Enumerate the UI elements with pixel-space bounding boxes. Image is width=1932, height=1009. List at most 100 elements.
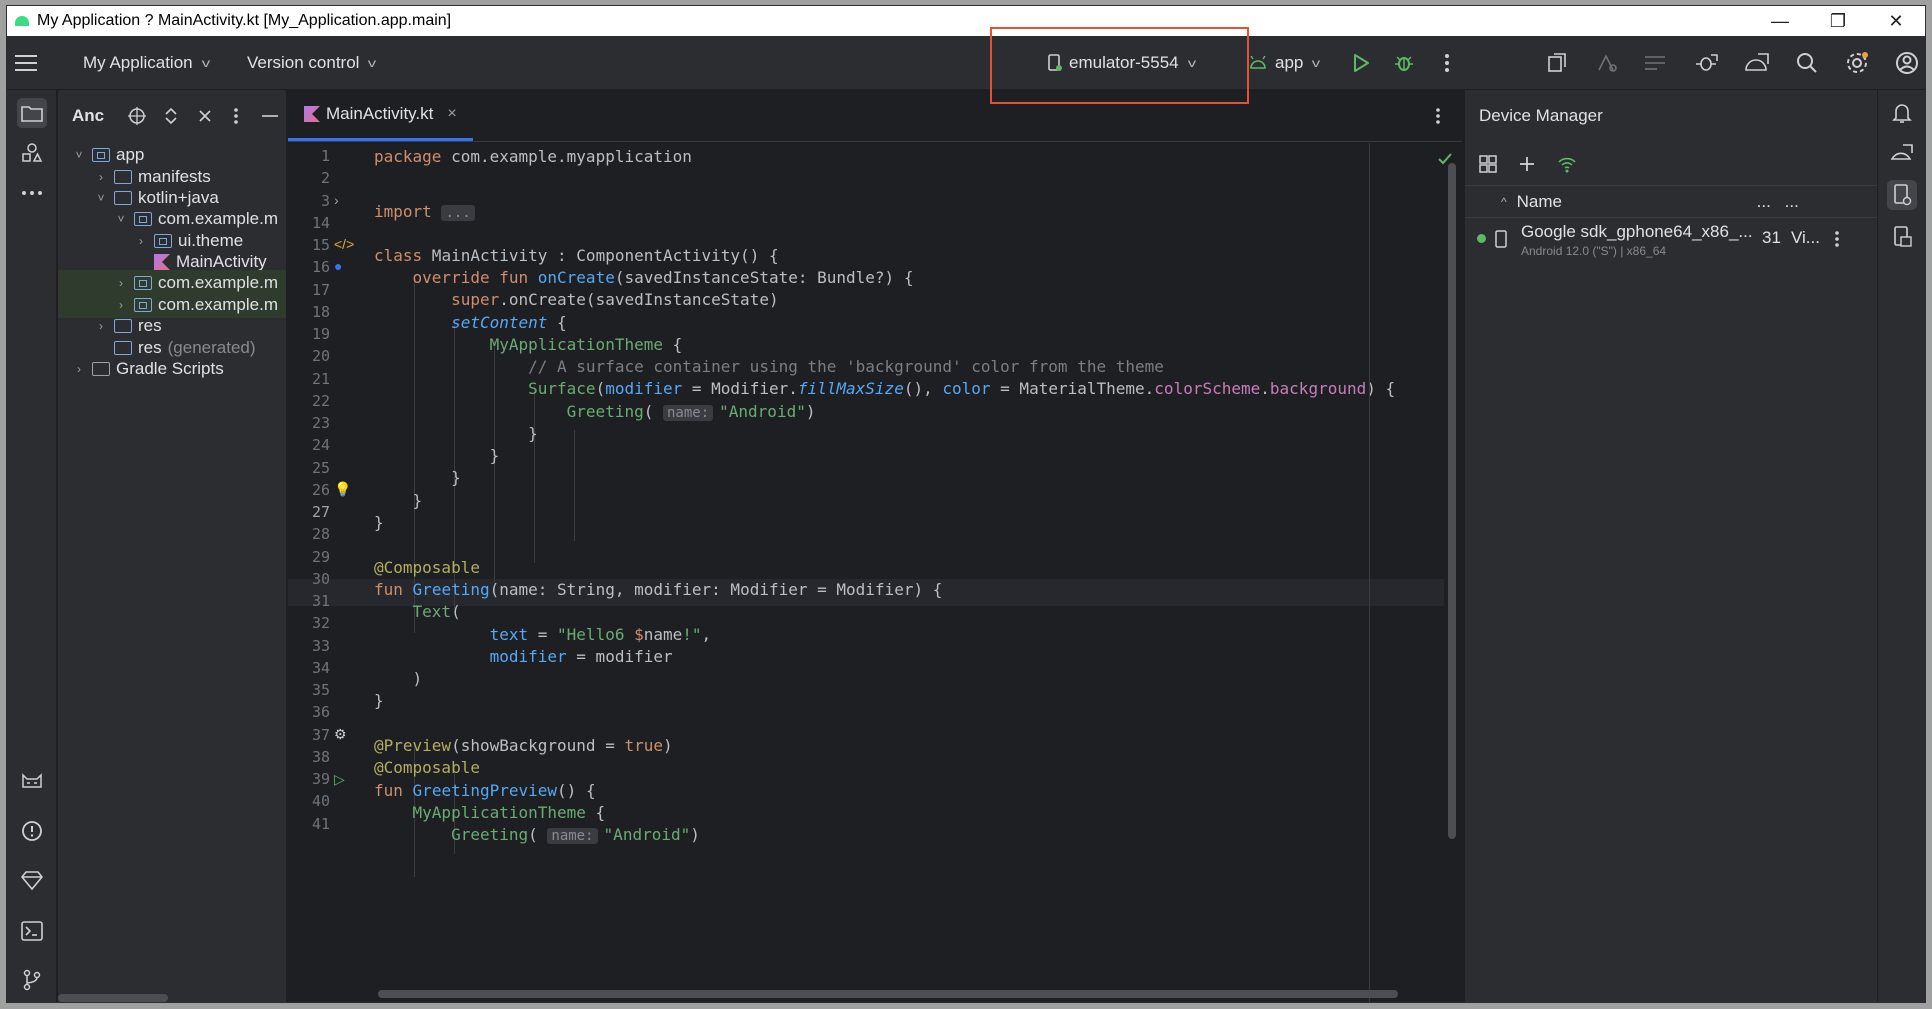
expand-arrow-icon[interactable]: ˅ [94, 191, 108, 205]
line-number[interactable]: 17 [290, 281, 330, 299]
project-hscrollbar[interactable] [58, 994, 168, 1002]
options-vertical-icon[interactable] [234, 108, 238, 124]
device-mirroring-button[interactable] [1743, 49, 1771, 77]
column-more-1[interactable]: ... [1757, 192, 1785, 212]
line-number[interactable]: 20 [290, 347, 330, 365]
line-number[interactable]: 22 [290, 392, 330, 410]
resource-manager-button[interactable] [17, 138, 47, 168]
line-number[interactable]: 35 [290, 681, 330, 699]
line-number[interactable]: 2 [290, 169, 330, 187]
expand-arrow-icon[interactable]: › [134, 234, 148, 248]
line-number[interactable]: 29 [290, 548, 330, 566]
editor-vscrollbar[interactable] [1448, 163, 1456, 839]
settings-button[interactable] [1843, 49, 1871, 77]
editor-hscrollbar[interactable] [378, 990, 1398, 998]
more-actions-button[interactable] [1433, 49, 1461, 77]
device-manager-button[interactable] [1887, 180, 1917, 210]
line-number[interactable]: 19 [290, 325, 330, 343]
line-number[interactable]: 24 [290, 436, 330, 454]
expand-all-icon[interactable] [164, 107, 178, 125]
version-control-menu[interactable]: Version control v [247, 36, 377, 90]
line-number[interactable]: 37 [290, 726, 330, 744]
device-actions-icon[interactable] [1835, 231, 1839, 247]
line-number[interactable]: 32 [290, 614, 330, 632]
debug-button[interactable] [1390, 49, 1418, 77]
problems-button[interactable] [17, 816, 47, 846]
apply-changes-button[interactable] [1543, 49, 1571, 77]
line-number[interactable]: 16 [290, 258, 330, 276]
restore-button[interactable]: ❐ [1809, 6, 1867, 36]
account-button[interactable] [1893, 49, 1921, 77]
search-button[interactable] [1793, 49, 1821, 77]
line-number[interactable]: 26 [290, 481, 330, 499]
build-variants-button[interactable] [17, 766, 47, 796]
line-number[interactable]: 41 [290, 815, 330, 833]
sort-ascending-icon[interactable]: ^ [1501, 195, 1507, 209]
line-number[interactable]: 21 [290, 370, 330, 388]
line-number[interactable]: 38 [290, 748, 330, 766]
device-row[interactable]: Google sdk_gphone64_x86_... Android 12.0… [1465, 218, 1878, 262]
line-number[interactable]: 27 [290, 503, 330, 521]
add-device-icon[interactable] [1519, 156, 1535, 172]
project-tool-button[interactable] [17, 98, 47, 128]
line-number[interactable]: 14 [290, 214, 330, 232]
project-panel-title[interactable]: Anc [72, 106, 104, 126]
apply-code-changes-button[interactable] [1593, 49, 1621, 77]
expand-arrow-icon[interactable]: › [72, 362, 86, 376]
line-number[interactable]: 30 [290, 570, 330, 588]
line-number[interactable]: 28 [290, 525, 330, 543]
minimize-panel-icon[interactable] [262, 114, 279, 118]
tree-item[interactable]: › Gradle Scripts [58, 356, 286, 382]
project-selector[interactable]: My Application v [83, 36, 210, 90]
run-config-selector[interactable]: app v [1249, 36, 1321, 90]
column-name[interactable]: Name [1517, 192, 1757, 212]
line-number[interactable]: 25 [290, 459, 330, 477]
line-number[interactable]: 3 [290, 192, 330, 210]
gemini-button[interactable] [17, 865, 47, 895]
fold-arrow-icon[interactable]: › [334, 192, 339, 208]
code-tag-icon[interactable]: </> [334, 236, 354, 252]
code-area[interactable]: package com.example.myapplication import… [374, 143, 1444, 1002]
device-selector[interactable]: emulator-5554 v [1047, 36, 1196, 90]
line-number[interactable]: 36 [290, 703, 330, 721]
running-devices-button[interactable] [1887, 138, 1917, 168]
device-group-icon[interactable] [1479, 154, 1497, 173]
notifications-button[interactable] [1887, 98, 1917, 128]
version-control-tool-button[interactable] [17, 965, 47, 995]
line-number[interactable]: 23 [290, 414, 330, 432]
preview-run-icon[interactable]: ▷ [334, 771, 345, 788]
collapse-all-icon[interactable] [198, 109, 212, 123]
wifi-pair-icon[interactable] [1557, 155, 1577, 173]
more-tools-button[interactable] [17, 178, 47, 208]
device-explorer-button[interactable] [1887, 222, 1917, 252]
expand-arrow-icon[interactable]: › [114, 276, 128, 290]
line-number[interactable]: 40 [290, 792, 330, 810]
line-number[interactable]: 15 [290, 236, 330, 254]
line-number[interactable]: 31 [290, 592, 330, 610]
column-more-2[interactable]: ... [1785, 192, 1813, 212]
tab-options-icon[interactable] [1436, 108, 1440, 124]
tab-mainactivity[interactable]: MainActivity.kt × [288, 90, 473, 141]
crosshair-icon[interactable] [128, 107, 147, 125]
expand-arrow-icon[interactable]: ˅ [72, 148, 86, 162]
override-marker-icon[interactable]: ● [334, 258, 342, 274]
main-menu-button[interactable] [15, 36, 37, 90]
attach-debugger-button[interactable] [1693, 49, 1721, 77]
expand-arrow-icon[interactable]: ˅ [114, 212, 128, 226]
preview-gear-icon[interactable]: ⚙ [334, 726, 347, 743]
minimize-button[interactable]: — [1751, 6, 1809, 36]
terminal-button[interactable] [17, 916, 47, 946]
line-number[interactable]: 18 [290, 303, 330, 321]
sync-button[interactable] [1641, 49, 1669, 77]
line-number[interactable]: 39 [290, 770, 330, 788]
line-number[interactable]: 34 [290, 659, 330, 677]
line-number[interactable]: 1 [290, 147, 330, 165]
close-window-button[interactable]: ✕ [1867, 6, 1925, 36]
expand-arrow-icon[interactable]: › [114, 298, 128, 312]
run-button[interactable] [1347, 49, 1375, 77]
line-number[interactable]: 33 [290, 637, 330, 655]
expand-arrow-icon[interactable]: › [94, 319, 108, 333]
expand-arrow-icon[interactable]: › [94, 170, 108, 184]
lightbulb-icon[interactable]: 💡 [334, 481, 351, 498]
close-tab-icon[interactable]: × [447, 105, 456, 123]
